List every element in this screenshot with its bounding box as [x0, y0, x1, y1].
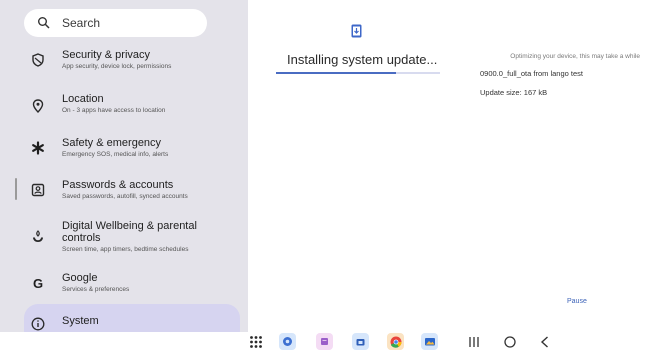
settings-item-title: Security & privacy [62, 49, 151, 61]
settings-item-subtitle: On - 3 apps have access to location [62, 107, 166, 114]
update-progress-bar [276, 72, 440, 74]
back-button[interactable] [537, 334, 553, 350]
pause-button[interactable]: Pause [567, 298, 587, 305]
settings-item-digital-wellbeing[interactable]: Digital Wellbeing & parental controls Sc… [24, 218, 240, 256]
notes-app-icon[interactable] [316, 333, 333, 350]
recents-button[interactable] [466, 334, 482, 350]
location-pin-icon [32, 99, 44, 113]
info-icon [31, 317, 45, 331]
system-update-pane: Installing system update... Optimizing y… [248, 0, 648, 332]
settings-item-system[interactable]: System [24, 304, 240, 332]
search-bar[interactable]: Search [24, 9, 207, 37]
settings-item-safety[interactable]: Safety & emergency Emergency SOS, medica… [24, 134, 240, 166]
update-title: Installing system update... [287, 52, 438, 67]
store-app-icon[interactable] [352, 333, 369, 350]
navigation-bar [0, 332, 648, 352]
update-size: Update size: 167 kB [480, 88, 548, 97]
asterisk-icon [32, 141, 44, 155]
google-icon: G [32, 275, 44, 291]
home-button[interactable] [502, 334, 518, 350]
settings-item-subtitle: Screen time, app timers, bedtime schedul… [62, 246, 189, 253]
settings-app-icon[interactable] [279, 333, 296, 350]
settings-item-title: Google [62, 272, 98, 284]
app-drawer-icon[interactable] [249, 335, 263, 349]
optimizing-text: Optimizing your device, this may take a … [510, 53, 640, 60]
settings-item-passwords[interactable]: Passwords & accounts Saved passwords, au… [24, 176, 240, 208]
chrome-app-icon[interactable] [387, 333, 404, 350]
account-box-icon [31, 183, 45, 197]
search-icon [38, 17, 50, 29]
search-label: Search [62, 16, 101, 30]
update-progress-fill [276, 72, 396, 74]
settings-item-subtitle: Services & preferences [62, 286, 130, 293]
ota-package-name: 0900.0_full_ota from lango test [480, 69, 583, 78]
settings-item-title: Safety & emergency [62, 137, 162, 149]
system-update-icon [351, 24, 362, 38]
settings-item-title: Location [62, 93, 104, 105]
wellbeing-icon [33, 230, 43, 242]
settings-item-title-line2: controls [62, 232, 101, 244]
settings-item-subtitle: Saved passwords, autofill, synced accoun… [62, 193, 188, 200]
settings-item-location[interactable]: Location On - 3 apps have access to loca… [24, 90, 240, 122]
settings-sidebar: Search Security & privacy App security, … [0, 0, 248, 332]
settings-item-title: Passwords & accounts [62, 179, 174, 191]
drag-handle[interactable] [15, 178, 17, 200]
settings-item-subtitle: App security, device lock, permissions [62, 63, 172, 70]
settings-item-subtitle: Emergency SOS, medical info, alerts [62, 151, 169, 158]
settings-item-google[interactable]: G Google Services & preferences [24, 270, 240, 302]
settings-item-security[interactable]: Security & privacy App security, device … [24, 46, 240, 78]
photos-app-icon[interactable] [421, 333, 438, 350]
settings-item-title: System [62, 315, 99, 327]
shield-icon [32, 53, 44, 67]
